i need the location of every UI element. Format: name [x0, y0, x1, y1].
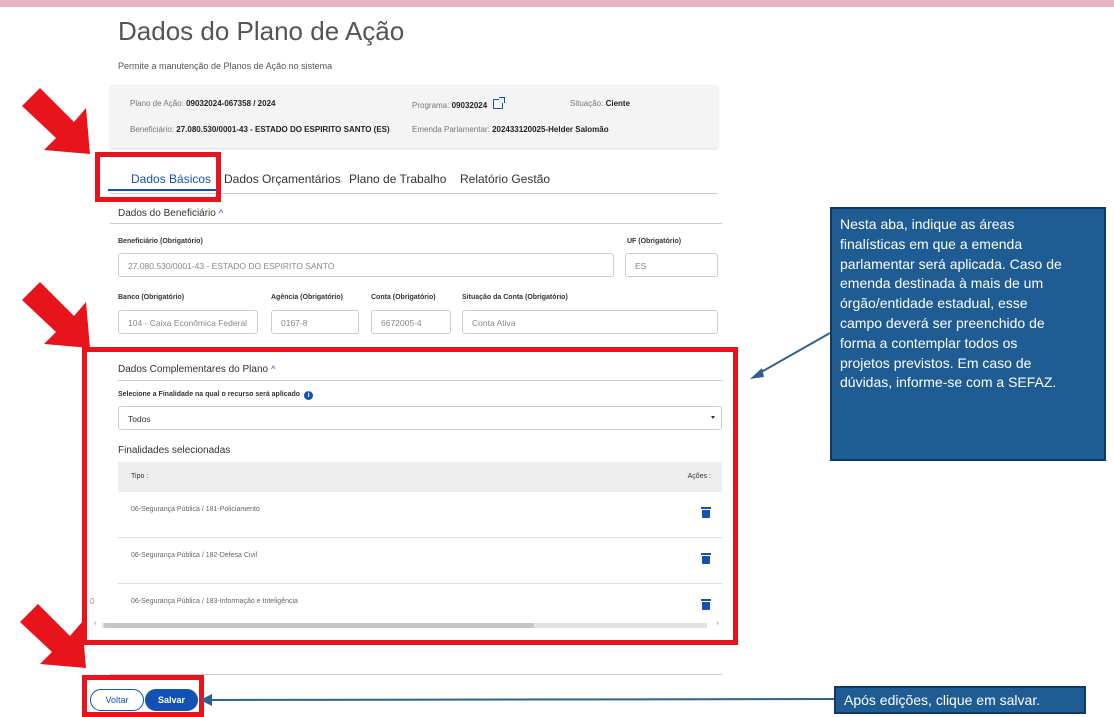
callout-line: campo deverá ser preenchido de — [840, 314, 1045, 331]
callout-connector-arrow — [750, 332, 831, 379]
red-arrow-icon — [22, 282, 90, 348]
callout-line: parlamentar será aplicada. Caso de — [840, 255, 1062, 272]
callout-connector-arrow — [200, 694, 835, 706]
callout-line: projetos previstos. Em caso de — [840, 354, 1032, 371]
callout-line: forma a contemplar todos os — [840, 334, 1018, 351]
callout-line: emenda destinada à mais de um — [840, 275, 1044, 292]
callout-abas: Nesta aba, indique as áreas finalísticas… — [830, 207, 1106, 461]
red-arrow-icon — [20, 604, 86, 668]
callout-line: finalísticas em que a emenda — [840, 235, 1023, 252]
red-arrow-icon — [22, 88, 90, 154]
callout-salvar: Após edições, clique em salvar. — [834, 686, 1086, 714]
callout-line: Nesta aba, indique as áreas — [840, 216, 1015, 232]
callout-line: órgão/entidade estadual, esse — [840, 295, 1028, 312]
callout-line: dúvidas, informe-se com a SEFAZ. — [840, 374, 1057, 391]
